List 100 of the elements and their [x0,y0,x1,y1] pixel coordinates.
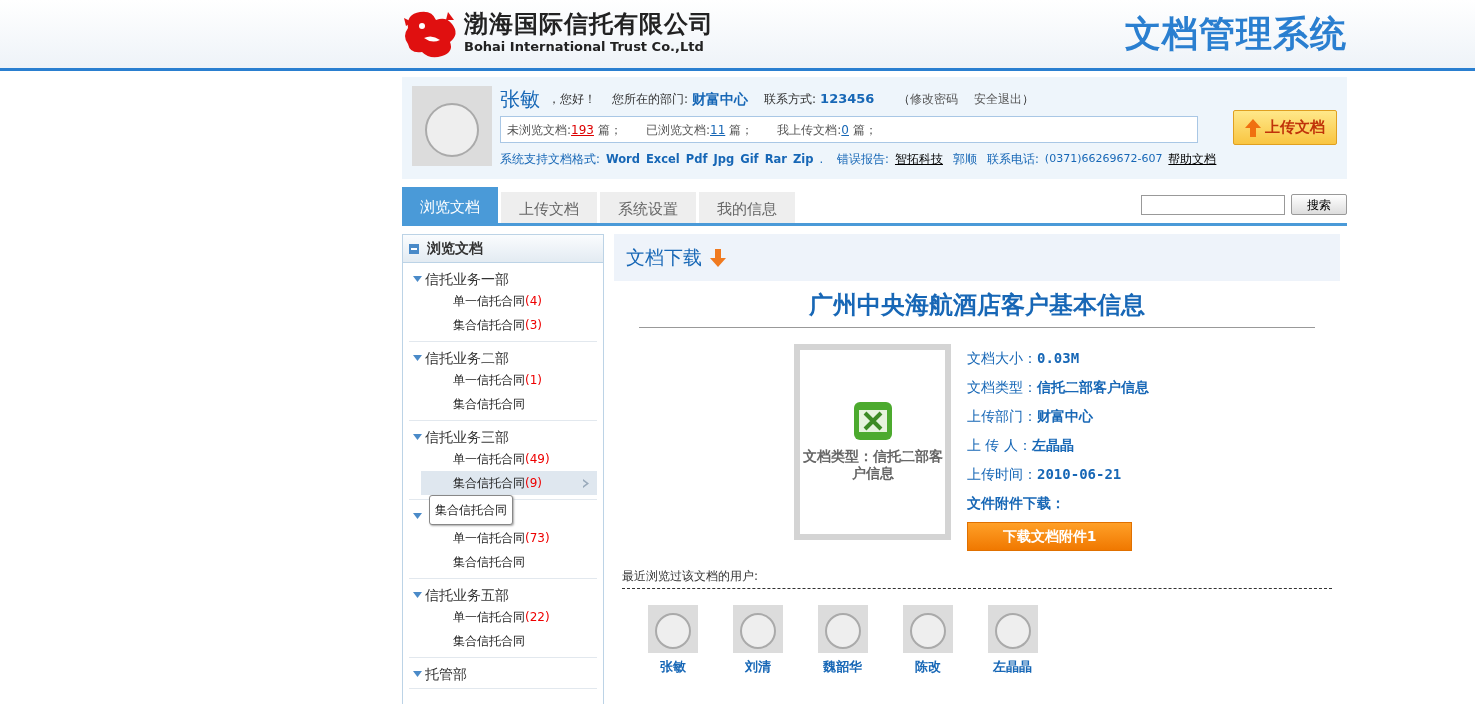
avatar [902,605,953,653]
chevron-right-icon [583,478,589,488]
upload-button[interactable]: 上传文档 [1233,110,1337,145]
search-button[interactable]: 搜索 [1291,194,1347,215]
tree-item-label: 单一信托合同 [453,293,525,310]
thumbnail-caption: 文档类型：信托二部客户信息 [801,448,944,482]
document-title: 广州中央海航酒店客户基本信息 [809,291,1145,319]
tree-item[interactable]: 单一信托合同(73) [421,526,597,550]
format-name: Zip [792,151,814,168]
field-value: 左晶晶 [1031,436,1074,455]
contact-person: 郭顺 [952,151,977,168]
tree-item-label: 集合信托合同 [453,317,525,334]
tree-item[interactable]: 单一信托合同(49) [421,447,597,471]
field-label: 上传部门： [967,407,1037,426]
phone-number: (0371)66269672-607 [1044,151,1163,168]
sidebar-title: 浏览文档 [427,239,483,258]
item-count: (1) [525,372,542,389]
tree-item[interactable]: 集合信托合同 [421,550,597,574]
format-name: Gif [740,151,759,168]
user-name-link[interactable]: 张敏 [659,657,686,677]
stat-label: 未浏览文档: [507,121,572,139]
company-name: 渤海国际信托有限公司 [464,11,714,38]
user-name-link[interactable]: 魏韶华 [823,657,862,677]
department-name: 财富中心 [692,89,749,109]
avatar [732,605,783,653]
stat-count-link[interactable]: 11 [710,120,726,139]
search-field[interactable] [1141,194,1285,215]
user-name-link[interactable]: 左晶晶 [993,657,1032,677]
tree-group-label[interactable]: 托管部 [425,664,467,684]
tree-group-label[interactable]: 信托业务一部 [425,269,509,289]
tree-item[interactable]: 集合信托合同(3) [421,313,597,337]
help-link[interactable]: 帮助文档 [1168,151,1217,169]
item-count: (49) [525,451,550,468]
tree-group-label[interactable]: 信托业务二部 [425,348,509,368]
parenthesis: ） [1022,91,1035,108]
tree-group-label[interactable]: 信托业务五部 [425,585,509,605]
stat-count-link[interactable]: 0 [841,120,849,139]
format-name: Jpg [713,151,735,168]
spreadsheet-icon [853,402,892,441]
stat-unit: 篇； [852,121,877,139]
expanded-triangle-icon[interactable] [413,513,422,519]
account-link[interactable]: 安全退出 [974,90,1023,108]
tree-item[interactable]: 集合信托合同 [421,392,597,416]
item-count: (4) [525,293,542,310]
user-name: 张敏 [500,86,540,113]
formats-end: . [819,151,824,168]
expanded-triangle-icon[interactable] [413,592,422,598]
format-name: Rar [764,151,787,168]
tree-item-label: 单一信托合同 [453,530,525,547]
user-name-link[interactable]: 刘清 [744,657,771,677]
expanded-triangle-icon[interactable] [413,355,422,361]
user-name-link[interactable]: 陈改 [914,657,941,677]
format-name: Word [605,151,640,168]
avatar [647,605,698,653]
contact-label: 联系方式: [764,91,817,108]
tree-item[interactable]: 集合信托合同 [421,629,597,653]
stat-label: 已浏览文档: [645,121,710,139]
contact-value: 123456 [820,90,875,109]
tree-group-label[interactable]: 信托业务三部 [425,427,509,447]
field-label: 文档大小： [967,349,1037,368]
field-label: 文档类型： [967,378,1037,397]
account-link[interactable]: 修改密码 [910,90,959,108]
department-label: 您所在的部门: [612,91,689,108]
field-label: 上 传 人： [967,436,1032,455]
field-value: 信托二部客户信息 [1037,378,1149,397]
item-count: (9) [525,475,542,492]
field-value: 0.03M [1037,349,1080,368]
tree-item-label: 集合信托合同 [453,633,525,650]
tree-item[interactable]: 单一信托合同(1) [421,368,597,392]
format-name: Pdf [685,151,708,168]
tab[interactable]: 我的信息 [699,192,795,223]
item-count: (3) [525,317,542,334]
tree-item-label: 集合信托合同 [453,475,525,492]
vendor-link[interactable]: 智拓科技 [894,151,943,169]
expanded-triangle-icon[interactable] [413,671,422,677]
section-title: 文档下载 [626,245,702,271]
stat-count-link[interactable]: 193 [571,120,594,139]
tab[interactable]: 系统设置 [600,192,696,223]
recent-viewers-label: 最近浏览过该文档的用户: [622,567,1332,589]
up-arrow-icon [1245,118,1261,137]
avatar [817,605,868,653]
error-report-label: 错误报告: [837,151,889,168]
formats-label: 系统支持文档格式: [500,151,600,168]
field-value: 财富中心 [1037,407,1093,426]
collapse-icon [409,243,419,254]
field-value: 2010-06-21 [1037,465,1122,484]
stat-label: 我上传文档: [777,121,842,139]
avatar [987,605,1038,653]
company-english-name: Bohai International Trust Co.,Ltd [464,38,705,57]
tab[interactable]: 上传文档 [501,192,597,223]
phone-label: 联系电话: [986,151,1039,168]
tree-item[interactable]: 单一信托合同(4) [421,289,597,313]
attachment-label: 文件附件下载： [967,494,1066,513]
tree-item[interactable]: 单一信托合同(22) [421,605,597,629]
expanded-triangle-icon[interactable] [413,276,422,282]
tooltip: 集合信托合同 [429,495,513,525]
expanded-triangle-icon[interactable] [413,434,422,440]
item-count: (73) [525,530,550,547]
stat-unit: 篇； [597,121,622,139]
tree-item-label: 集合信托合同 [453,396,525,413]
